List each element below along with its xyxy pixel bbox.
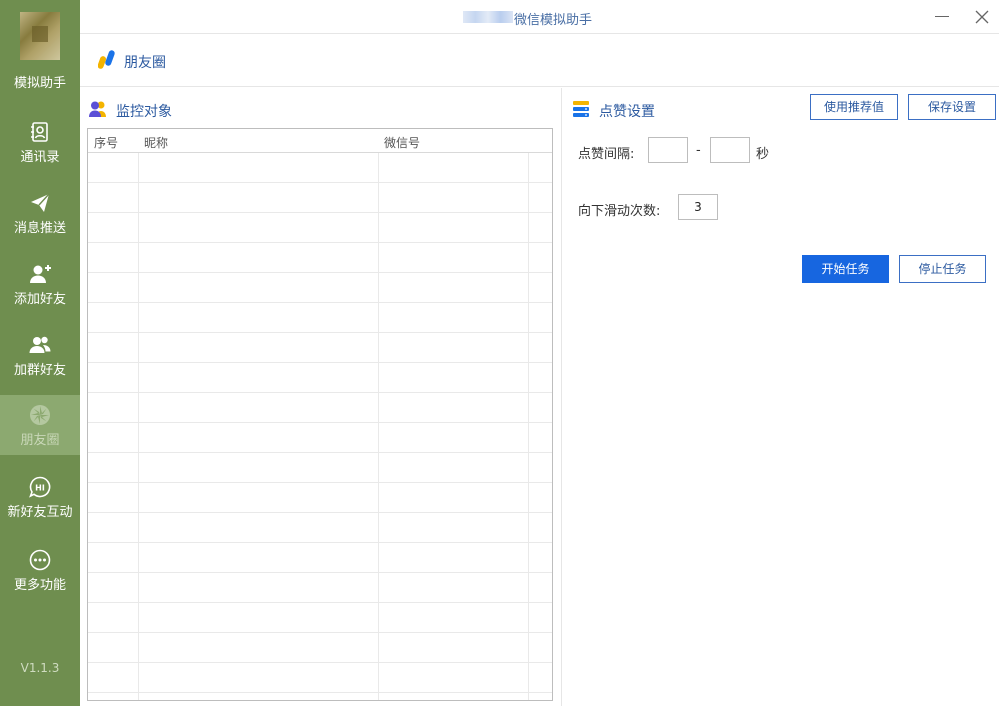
close-icon xyxy=(975,10,989,24)
page-header: 朋友圈 xyxy=(80,35,999,87)
table-header: 序号 昵称 微信号 xyxy=(88,129,552,153)
app-window: 模拟助手 通讯录 消息推送 添加好友 加群好友 朋友圈 HI 新好友互动 更多功… xyxy=(0,0,999,706)
table-body xyxy=(88,153,552,700)
interval-unit-label: 秒 xyxy=(756,147,770,162)
like-settings-title: 点赞设置 xyxy=(599,104,655,120)
interval-separator: - xyxy=(696,143,701,158)
column-header-nickname[interactable]: 昵称 xyxy=(144,134,168,151)
moments-icon xyxy=(30,405,50,425)
monitor-panel: 监控对象 序号 昵称 微信号 xyxy=(80,88,561,706)
start-task-button[interactable]: 开始任务 xyxy=(802,255,889,283)
title-redacted-block xyxy=(463,11,513,23)
like-settings-panel: 点赞设置 使用推荐值 保存设置 点赞间隔: - 秒 向下滑动次数: 开始任务 停… xyxy=(562,88,999,706)
sidebar-item-label: 朋友圈 xyxy=(20,433,60,448)
group-friends-icon xyxy=(29,336,51,353)
sidebar-item-label: 新好友互动 xyxy=(7,505,73,520)
column-divider xyxy=(378,153,379,700)
app-name: 模拟助手 xyxy=(13,76,66,91)
save-settings-button[interactable]: 保存设置 xyxy=(908,94,996,120)
use-recommended-button[interactable]: 使用推荐值 xyxy=(810,94,898,120)
like-interval-max-input[interactable] xyxy=(710,137,750,163)
version-label: V1.1.3 xyxy=(20,661,60,675)
minimize-button[interactable] xyxy=(935,16,949,17)
sidebar-item-add-friend[interactable]: 添加好友 xyxy=(0,259,80,319)
column-header-index[interactable]: 序号 xyxy=(94,134,118,151)
hi-chat-icon: HI xyxy=(29,476,51,498)
users-icon xyxy=(89,101,106,117)
sidebar-item-group-friends[interactable]: 加群好友 xyxy=(0,330,80,390)
sidebar-item-label: 消息推送 xyxy=(13,221,66,236)
sidebar-item-label: 加群好友 xyxy=(13,363,66,378)
monitor-title: 监控对象 xyxy=(116,104,172,120)
sidebar-item-moments[interactable]: 朋友圈 xyxy=(0,395,80,455)
title-bar: 微信模拟助手 xyxy=(80,0,999,34)
sidebar-item-message-push[interactable]: 消息推送 xyxy=(0,188,80,248)
sidebar-item-more[interactable]: 更多功能 xyxy=(0,545,80,605)
sidebar: 模拟助手 通讯录 消息推送 添加好友 加群好友 朋友圈 HI 新好友互动 更多功… xyxy=(0,0,80,706)
server-settings-icon xyxy=(573,101,589,117)
scroll-count-label: 向下滑动次数: xyxy=(578,204,661,219)
like-interval-label: 点赞间隔: xyxy=(578,147,635,162)
sidebar-item-new-friend-interaction[interactable]: HI 新好友互动 xyxy=(0,472,80,532)
contacts-icon xyxy=(31,122,48,142)
column-header-wechat-id[interactable]: 微信号 xyxy=(384,134,420,151)
more-icon xyxy=(29,549,51,571)
avatar[interactable] xyxy=(20,12,60,60)
column-divider xyxy=(138,153,139,700)
sidebar-item-label: 添加好友 xyxy=(13,292,66,307)
sidebar-item-label: 更多功能 xyxy=(13,578,66,593)
send-icon xyxy=(31,193,50,212)
scroll-count-input[interactable] xyxy=(678,194,718,220)
moments-logo-icon xyxy=(98,50,115,69)
page-title: 朋友圈 xyxy=(124,55,166,71)
like-interval-min-input[interactable] xyxy=(648,137,688,163)
window-title: 微信模拟助手 xyxy=(514,13,593,28)
close-button[interactable] xyxy=(973,8,991,26)
sidebar-item-label: 通讯录 xyxy=(20,150,60,165)
add-friend-icon xyxy=(30,265,51,283)
stop-task-button[interactable]: 停止任务 xyxy=(899,255,986,283)
monitor-table[interactable]: 序号 昵称 微信号 xyxy=(87,128,553,701)
sidebar-item-contacts[interactable]: 通讯录 xyxy=(0,117,80,177)
svg-text:HI: HI xyxy=(35,484,45,493)
column-divider xyxy=(528,153,529,700)
